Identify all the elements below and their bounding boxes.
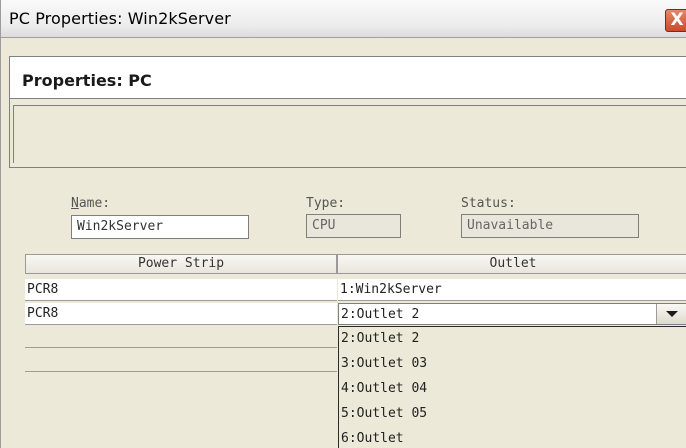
header-title-area: Properties: PC bbox=[10, 57, 686, 99]
name-label: Name: bbox=[71, 196, 110, 211]
outlet-select[interactable]: 2:Outlet 2 bbox=[338, 303, 686, 325]
properties-window: PC Properties: Win2kServer X Properties:… bbox=[0, 0, 686, 448]
outlet-options-list: 2:Outlet 2 3:Outlet 03 4:Outlet 04 5:Out… bbox=[338, 326, 686, 448]
dropdown-option[interactable]: 4:Outlet 04 bbox=[339, 377, 686, 401]
header-title: Properties: PC bbox=[22, 71, 152, 90]
close-button[interactable]: X bbox=[665, 9, 686, 32]
table-row-empty[interactable] bbox=[25, 326, 337, 348]
name-field[interactable]: Win2kServer bbox=[71, 215, 249, 239]
table-cell-power-strip[interactable]: PCR8 bbox=[25, 279, 337, 301]
status-field: Unavailable bbox=[461, 214, 639, 238]
outlet-select-value: 2:Outlet 2 bbox=[341, 307, 420, 322]
name-label-accesskey: N bbox=[71, 196, 79, 211]
close-icon: X bbox=[670, 10, 684, 30]
chevron-down-icon bbox=[665, 311, 678, 317]
dropdown-option[interactable]: 6:Outlet bbox=[339, 427, 686, 448]
table-cell-outlet[interactable]: 1:Win2kServer bbox=[338, 279, 686, 301]
type-field: CPU bbox=[306, 214, 401, 238]
name-label-text: ame: bbox=[78, 196, 111, 211]
dropdown-option[interactable]: 5:Outlet 05 bbox=[339, 402, 686, 426]
type-label: Type: bbox=[306, 196, 346, 211]
column-header-power-strip[interactable]: Power Strip bbox=[25, 254, 337, 274]
status-label: Status: bbox=[461, 196, 516, 211]
header-panel: Properties: PC bbox=[9, 56, 686, 168]
dropdown-option[interactable]: 2:Outlet 2 bbox=[339, 327, 686, 351]
header-description-area bbox=[13, 105, 686, 163]
dropdown-button[interactable] bbox=[656, 304, 686, 324]
title-bar[interactable]: PC Properties: Win2kServer X bbox=[1, 0, 686, 38]
table-row-empty[interactable] bbox=[25, 350, 337, 372]
dropdown-option[interactable]: 3:Outlet 03 bbox=[339, 352, 686, 376]
column-header-outlet[interactable]: Outlet bbox=[337, 254, 686, 274]
table-cell-power-strip[interactable]: PCR8 bbox=[25, 303, 337, 325]
window-title: PC Properties: Win2kServer bbox=[9, 9, 231, 28]
